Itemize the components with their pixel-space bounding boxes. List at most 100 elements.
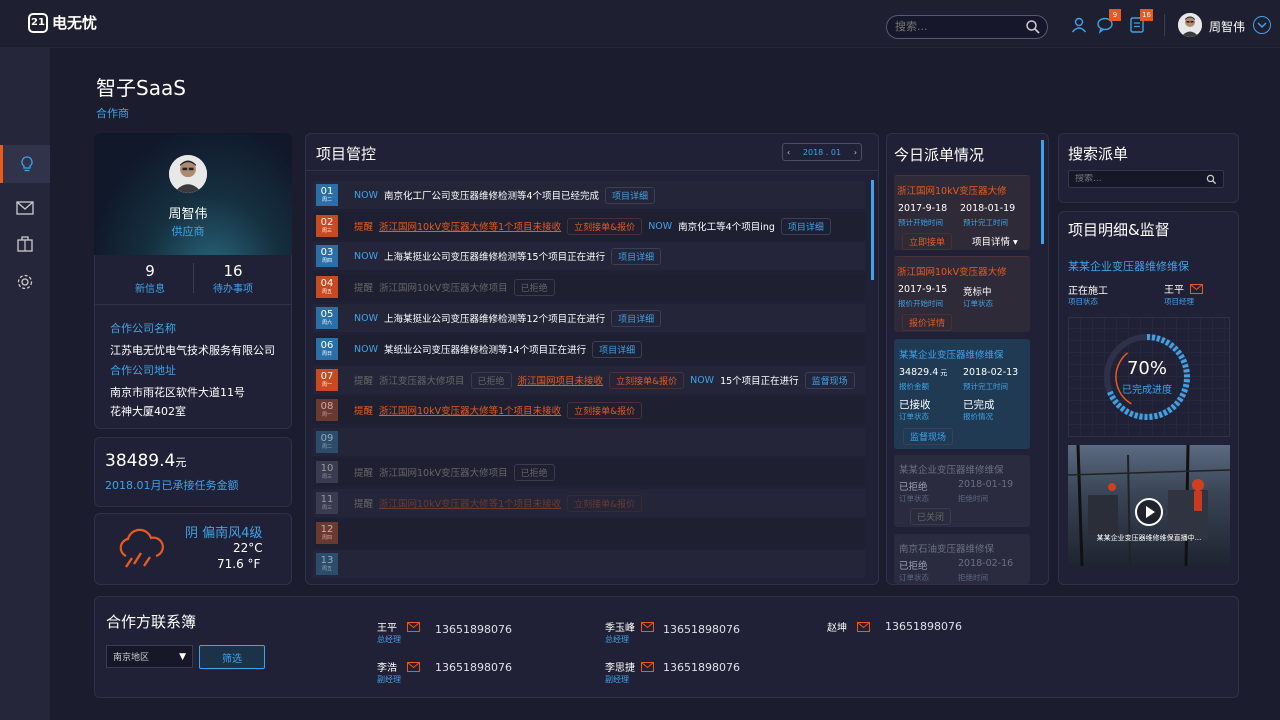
dispatch-card[interactable]: 某某企业变压器维修维保 34829.4 元 报价金额 2018-02-13 预计完… [894, 339, 1030, 449]
dispatch-card-value: 2018-02-13 [963, 367, 1019, 378]
caret-down-icon: ▼ [179, 651, 186, 662]
monitor-project-name[interactable]: 某某企业变压器维修维保 [1068, 258, 1189, 274]
prev-month-icon[interactable]: ‹ [787, 148, 790, 157]
sidebar-item-settings[interactable] [0, 263, 50, 301]
table-row[interactable]: 09 周二 [313, 428, 865, 456]
next-month-icon[interactable]: › [854, 148, 857, 157]
user-menu-toggle[interactable] [1253, 16, 1271, 34]
messages-button[interactable]: 9 [1096, 9, 1121, 34]
project-detail-button[interactable]: 项目详细 [611, 247, 662, 265]
tasks-button[interactable]: 16 [1128, 9, 1153, 34]
row-alert-link[interactable]: 浙江国网10kV变压器大修等1个项目未接收 [379, 219, 561, 233]
contact-card[interactable]: 赵坤 [827, 619, 870, 634]
quote-detail-button[interactable]: 报价详情 [902, 314, 953, 331]
mail-icon[interactable] [407, 661, 420, 672]
live-video[interactable]: 某某企业变压器维修维保直播中... [1068, 445, 1230, 566]
contact-card[interactable]: 李思捷 副经理 [605, 659, 654, 685]
table-row[interactable]: 02 周三 提醒 浙江国网10kV变压器大修等1个项目未接收 立刻接单&报价 NO… [313, 212, 865, 240]
dispatch-card-label: 预计完工时间 [963, 382, 1008, 391]
play-icon [1146, 506, 1155, 518]
global-search[interactable] [886, 15, 1048, 39]
mail-icon[interactable] [857, 621, 870, 632]
dispatch-card[interactable]: 浙江国网10kV变压器大修 2017-9-15 报价开始时间 竞标中 订单状态 … [894, 256, 1030, 332]
month-picker[interactable]: ‹ 2018 . 01 › [782, 143, 862, 161]
table-row[interactable]: 07 周一 提醒 浙江变压器大修项目 已拒绝 浙江国网项目未接收 立刻接单&报价 … [313, 366, 865, 394]
play-button[interactable] [1135, 498, 1163, 526]
row-alert-link[interactable]: 浙江国网项目未接收 [518, 373, 604, 387]
day-badge: 03 周四 [316, 245, 338, 267]
row-alert-link[interactable]: 浙江国网10kV变压器大修等1个项目未接收 [379, 403, 561, 417]
row-alert-link[interactable]: 浙江国网10kV变压器大修等1个项目未接收 [379, 496, 561, 510]
amount-value: 38489.4 [105, 451, 176, 471]
page-subtitle[interactable]: 合作商 [96, 105, 129, 121]
project-detail-dropdown[interactable]: 项目详情 ▾ [972, 234, 1018, 248]
table-row[interactable]: 08 周一 提醒 浙江国网10kV变压器大修等1个项目未接收 立刻接单&报价 [313, 396, 865, 424]
dispatch-search[interactable] [1068, 170, 1224, 188]
table-row[interactable]: 01 周二 NOW 南京化工厂公司变压器维修检测等4个项目已经完成 项目详细 [313, 181, 865, 209]
accept-quote-button[interactable]: 立刻接单&报价 [567, 401, 643, 419]
contact-card[interactable]: 季玉峰 总经理 [605, 619, 654, 645]
mail-icon[interactable] [1190, 283, 1203, 294]
profile-role: 供应商 [171, 225, 205, 238]
sidebar-item-suitcase[interactable] [0, 225, 50, 263]
sidebar-item-mail[interactable] [0, 189, 50, 227]
dispatch-card-label: 订单状态 [899, 494, 929, 503]
accept-quote-button[interactable]: 立刻接单&报价 [567, 494, 643, 512]
user-name[interactable]: 周智伟 [1209, 18, 1245, 35]
dispatch-title: 今日派单情况 [894, 146, 985, 164]
table-row[interactable]: 13 周五 [313, 550, 865, 578]
mail-icon[interactable] [641, 621, 654, 632]
search-icon[interactable] [1025, 19, 1041, 35]
accept-quote-button[interactable]: 立刻接单&报价 [609, 371, 685, 389]
table-row[interactable]: 04 周五 提醒 浙江国网10kV变压器大修项目 已拒绝 [313, 273, 865, 301]
project-detail-button[interactable]: 项目详细 [605, 186, 656, 204]
table-row[interactable]: 05 周六 NOW 上海某挺业公司变压器维修检测等12个项目正在进行 项目详细 [313, 304, 865, 332]
contact-name: 李浩 [377, 663, 397, 674]
supervise-button[interactable]: 监督现场 [804, 371, 855, 389]
sidebar-item-ideas[interactable] [0, 145, 50, 183]
table-row[interactable]: 10 周三 提醒 浙江国网10kV变压器大修项目 已拒绝 [313, 458, 865, 486]
dispatch-card-label: 预计完工时间 [963, 218, 1008, 227]
amount-unit: 元 [175, 456, 187, 469]
day-badge: 09 周二 [316, 431, 338, 453]
table-row[interactable]: 06 周日 NOW 某纸业公司变压器维修检测等14个项目正在进行 项目详细 [313, 335, 865, 363]
table-row[interactable]: 12 周四 [313, 519, 865, 547]
dispatch-card[interactable]: 某某企业变压器维修维保 已拒绝 订单状态 2018-01-19 拒绝时间 已关闭 [894, 455, 1030, 527]
accept-quote-button[interactable]: 立刻接单&报价 [567, 217, 643, 235]
new-info-stat[interactable]: 9 新信息 [110, 262, 190, 295]
new-info-count: 9 [145, 262, 155, 280]
avatar[interactable] [1178, 13, 1202, 37]
mail-icon[interactable] [641, 661, 654, 672]
dispatch-card[interactable]: 浙江国网10kV变压器大修 2017-9-18 预计开始时间 2018-01-1… [894, 175, 1030, 250]
accept-order-button[interactable]: 立即接单 [902, 233, 953, 250]
app-logo[interactable]: 21 电无忧 [28, 12, 97, 33]
weather-desc: 阴 偏南风4级 [185, 526, 263, 541]
filter-button[interactable]: 筛选 [199, 645, 265, 669]
day-badge: 13 周五 [316, 553, 338, 575]
mail-icon[interactable] [407, 621, 420, 632]
dispatch-card[interactable]: 南京石油变压器维修保 已拒绝 订单状态 2018-02-16 拒绝时间 [894, 534, 1030, 584]
dispatch-card-amount: 34829.4 [899, 367, 939, 378]
search-icon[interactable] [1206, 174, 1217, 185]
region-select[interactable]: 南京地区 ▼ [106, 645, 193, 668]
table-row[interactable]: 11 周三 提醒 浙江国网10kV变压器大修等1个项目未接收 立刻接单&报价 [313, 489, 865, 517]
todo-stat[interactable]: 16 待办事项 [193, 262, 273, 295]
project-detail-button[interactable]: 项目详细 [780, 217, 831, 235]
user-icon[interactable] [1070, 16, 1088, 34]
global-search-input[interactable] [895, 20, 1025, 33]
project-scrollbar[interactable] [871, 180, 874, 280]
table-row[interactable]: 03 周四 NOW 上海某挺业公司变压器维修检测等15个项目正在进行 项目详细 [313, 242, 865, 270]
project-detail-button[interactable]: 项目详细 [592, 340, 643, 358]
supervise-button[interactable]: 监督现场 [903, 428, 954, 445]
day-badge: 10 周三 [316, 461, 338, 483]
dispatch-scrollbar[interactable] [1041, 140, 1044, 244]
dispatch-card-value: 已接收 [899, 399, 931, 411]
dispatch-search-input[interactable] [1075, 174, 1205, 184]
now-tag: NOW [354, 189, 378, 201]
dispatch-card-title: 浙江国网10kV变压器大修 [897, 267, 1007, 278]
project-detail-button[interactable]: 项目详细 [611, 309, 662, 327]
contact-card[interactable]: 王平 总经理 [377, 619, 420, 645]
dispatch-card-label: 拒绝时间 [958, 494, 988, 503]
contact-card[interactable]: 李浩 副经理 [377, 659, 420, 685]
contact-role: 总经理 [377, 635, 401, 644]
